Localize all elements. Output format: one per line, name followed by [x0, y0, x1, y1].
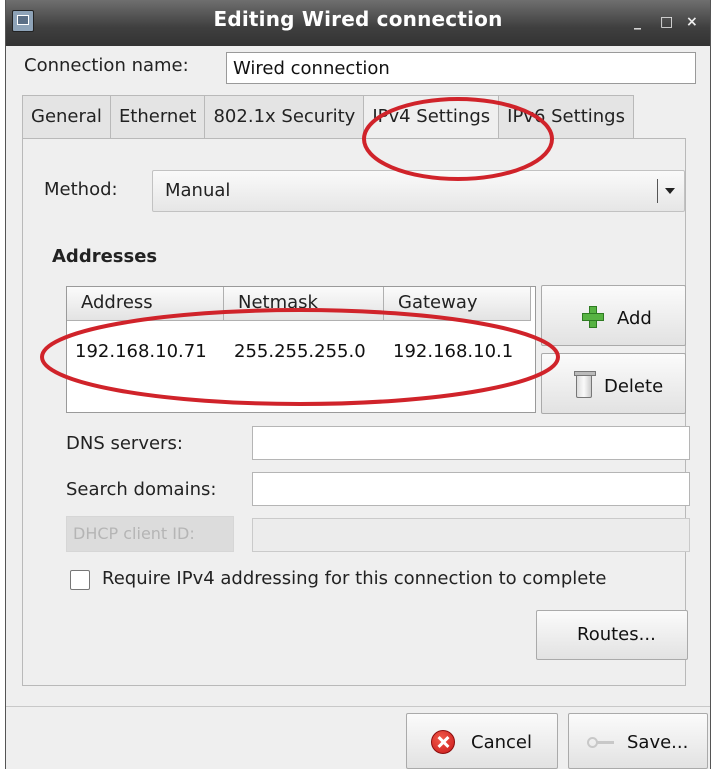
connection-name-input[interactable] [226, 52, 696, 84]
search-domains-label: Search domains: [66, 479, 217, 500]
connection-name-label: Connection name: [24, 55, 189, 76]
address-cell[interactable]: 192.168.10.71 [75, 341, 207, 362]
tab-802-1x-security[interactable]: 802.1x Security [204, 95, 365, 139]
dns-servers-label: DNS servers: [66, 433, 183, 454]
delete-button-label: Delete [604, 376, 664, 397]
column-header-gateway[interactable]: Gateway [384, 287, 531, 321]
key-icon [587, 736, 615, 750]
method-label: Method: [44, 179, 118, 200]
search-domains-input[interactable] [252, 472, 690, 506]
close-button[interactable]: × [686, 14, 698, 30]
dhcp-client-id-input [252, 518, 690, 552]
combo-separator [657, 179, 658, 203]
method-select[interactable]: Manual [152, 170, 685, 212]
cancel-icon [431, 730, 455, 754]
column-header-netmask[interactable]: Netmask [224, 287, 384, 321]
method-value: Manual [165, 180, 231, 201]
require-ipv4-checkbox[interactable] [70, 570, 90, 590]
dns-servers-input[interactable] [252, 426, 690, 460]
addresses-title: Addresses [52, 246, 158, 267]
tab-ipv6-settings[interactable]: IPv6 Settings [498, 95, 634, 139]
dialog-window: Editing Wired connection _ □ × Connectio… [5, 0, 711, 769]
delete-button[interactable]: Delete [541, 353, 686, 414]
cancel-button[interactable]: Cancel [406, 713, 558, 769]
dhcp-client-id-label: DHCP client ID: [66, 516, 234, 552]
save-button-label: Save... [627, 732, 689, 753]
netmask-cell[interactable]: 255.255.255.0 [234, 341, 366, 362]
routes-button[interactable]: Routes... [536, 610, 688, 660]
tab-ipv4-settings[interactable]: IPv4 Settings [363, 95, 500, 139]
gateway-cell[interactable]: 192.168.10.1 [393, 341, 513, 362]
add-button[interactable]: Add [541, 285, 686, 346]
addresses-table: Address Netmask Gateway 192.168.10.71 25… [66, 286, 536, 413]
chevron-down-icon [665, 188, 675, 194]
plus-icon [582, 306, 604, 328]
save-button[interactable]: Save... [568, 713, 708, 769]
maximize-button[interactable]: □ [660, 14, 673, 30]
cancel-button-label: Cancel [471, 732, 532, 753]
window-title: Editing Wired connection [213, 7, 503, 31]
tab-bar: General Ethernet 802.1x Security IPv4 Se… [22, 95, 634, 139]
minimize-button[interactable]: _ [634, 14, 641, 30]
tab-ethernet[interactable]: Ethernet [109, 95, 206, 139]
require-ipv4-label[interactable]: Require IPv4 addressing for this connect… [102, 568, 606, 589]
column-header-address[interactable]: Address [67, 287, 224, 321]
add-button-label: Add [617, 308, 652, 329]
footer-divider [6, 706, 710, 707]
title-bar[interactable]: Editing Wired connection _ □ × [6, 0, 710, 46]
trash-icon [574, 371, 596, 398]
routes-button-label: Routes... [577, 624, 656, 645]
tab-general[interactable]: General [22, 95, 111, 139]
